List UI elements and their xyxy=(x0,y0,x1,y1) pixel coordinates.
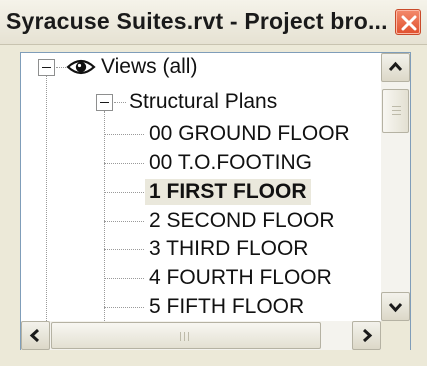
title-bar[interactable]: Syracuse Suites.rvt - Project bro... xyxy=(0,0,427,45)
thumb-grip xyxy=(180,332,181,341)
collapse-views-toggle[interactable] xyxy=(38,59,55,76)
tree-item-first-floor[interactable]: 1 FIRST FLOOR xyxy=(145,179,311,205)
tree-guide-category-stub xyxy=(114,102,126,103)
close-button[interactable] xyxy=(395,9,421,35)
chevron-right-icon xyxy=(362,328,373,343)
tree-guide-item xyxy=(104,249,144,250)
horizontal-scroll-thumb[interactable] xyxy=(51,322,321,349)
tree-guide-root xyxy=(46,73,47,321)
tree-item-second-floor[interactable]: 2 SECOND FLOOR xyxy=(149,208,335,234)
thumb-grip xyxy=(392,110,401,111)
tree-item-to-footing[interactable]: 00 T.O.FOOTING xyxy=(149,150,312,176)
tree-guide-category xyxy=(104,111,105,321)
chevron-down-icon xyxy=(388,302,403,313)
tree-guide-item xyxy=(104,192,144,193)
scroll-down-button[interactable] xyxy=(381,292,410,321)
thumb-grip xyxy=(188,332,189,341)
horizontal-scrollbar[interactable] xyxy=(21,321,381,350)
tree-item-fifth-floor[interactable]: 5 FIFTH FLOOR xyxy=(149,294,304,320)
vertical-scrollbar[interactable] xyxy=(381,53,410,321)
tree-item-fourth-floor[interactable]: 4 FOURTH FLOOR xyxy=(149,265,332,291)
project-browser-tree: Views (all) Structural Plans 00 GROUND F… xyxy=(20,52,411,350)
eye-icon xyxy=(66,59,96,75)
scroll-up-button[interactable] xyxy=(381,53,410,82)
tree-guide-item xyxy=(104,307,144,308)
scroll-left-button[interactable] xyxy=(21,321,50,350)
scroll-right-button[interactable] xyxy=(352,321,381,350)
tree-node-structural-plans[interactable]: Structural Plans xyxy=(129,89,277,115)
tree-guide-item xyxy=(104,163,144,164)
window-title: Syracuse Suites.rvt - Project bro... xyxy=(6,8,388,34)
scrollbar-corner xyxy=(381,321,410,350)
chevron-up-icon xyxy=(388,61,403,72)
close-icon xyxy=(401,15,417,31)
tree-guide-item xyxy=(104,278,144,279)
tree-guide-item xyxy=(104,221,144,222)
collapse-structural-plans-toggle[interactable] xyxy=(96,94,113,111)
tree-view[interactable]: Views (all) Structural Plans 00 GROUND F… xyxy=(21,53,381,321)
tree-item-third-floor[interactable]: 3 THIRD FLOOR xyxy=(149,236,308,262)
tree-node-views-all[interactable]: Views (all) xyxy=(101,54,197,80)
tree-guide-root-stub xyxy=(56,67,66,68)
thumb-grip xyxy=(184,332,185,341)
project-browser-window: Syracuse Suites.rvt - Project bro... Vie… xyxy=(0,0,427,366)
chevron-left-icon xyxy=(29,328,40,343)
vertical-scroll-thumb[interactable] xyxy=(382,89,409,133)
thumb-grip xyxy=(392,114,401,115)
thumb-grip xyxy=(392,106,401,107)
tree-guide-item xyxy=(104,134,144,135)
tree-item-ground-floor[interactable]: 00 GROUND FLOOR xyxy=(149,121,350,147)
